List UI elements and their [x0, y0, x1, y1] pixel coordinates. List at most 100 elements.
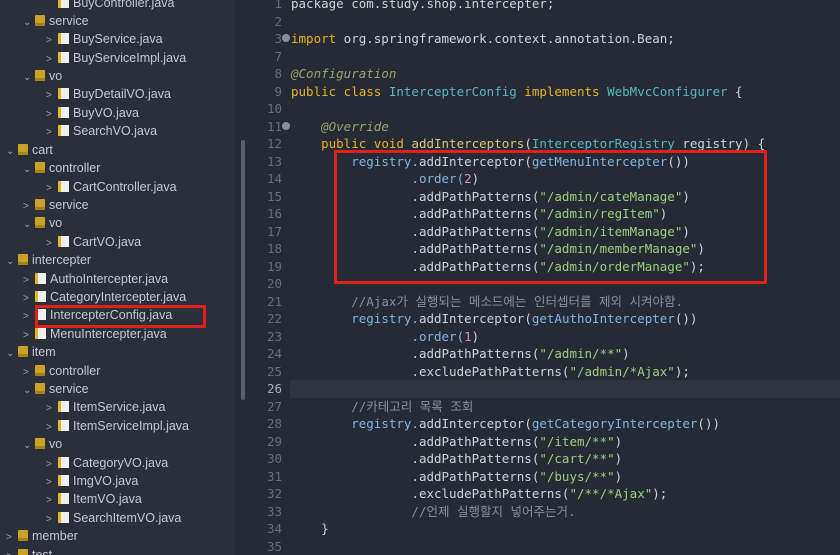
- chevron-down-icon[interactable]: ⌄: [6, 143, 18, 161]
- chevron-right-icon[interactable]: >: [46, 87, 58, 105]
- tree-item-label: service: [49, 198, 89, 212]
- tree-item-label: SearchVO.java: [73, 124, 158, 138]
- package-icon: [18, 144, 28, 155]
- tree-file-item[interactable]: > AuthoIntercepter.java: [23, 270, 168, 288]
- tree-item-label: cart: [32, 143, 53, 157]
- chevron-down-icon[interactable]: ⌄: [23, 161, 35, 179]
- explorer-scrollbar[interactable]: [241, 140, 245, 400]
- tree-file-item[interactable]: > ImgVO.java: [46, 472, 138, 490]
- chevron-down-icon[interactable]: ⌄: [6, 253, 18, 271]
- package-icon: [35, 365, 45, 376]
- tree-package-item[interactable]: ⌄ vo: [23, 435, 62, 453]
- code-line[interactable]: package com.study.shop.intercepter;: [291, 0, 554, 13]
- code-token: "/**/*Ajax": [569, 486, 653, 501]
- tree-package-item[interactable]: ⌄ service: [23, 12, 89, 30]
- code-line[interactable]: .excludePathPatterns("/**/*Ajax");: [291, 485, 667, 503]
- chevron-right-icon[interactable]: >: [46, 492, 58, 510]
- punctuation: ): [614, 451, 623, 466]
- code-token: registry.: [351, 416, 419, 431]
- line-number: 2: [274, 13, 282, 29]
- tree-item-label: BuyServiceImpl.java: [73, 51, 187, 65]
- line-number: 20: [266, 276, 282, 291]
- panel-splitter[interactable]: [234, 0, 256, 555]
- tree-package-item[interactable]: > test: [6, 546, 52, 555]
- code-line[interactable]: registry.addInterceptor(getAuthoIntercep…: [291, 310, 697, 328]
- tree-file-item[interactable]: > CategoryVO.java: [46, 454, 168, 472]
- tree-file-item[interactable]: > BuyDetailVO.java: [46, 85, 171, 103]
- code-line[interactable]: .addPathPatterns("/cart/**"): [291, 450, 622, 468]
- fold-icon[interactable]: [282, 34, 290, 42]
- line-number: 9: [274, 83, 282, 99]
- code-line[interactable]: import org.springframework.context.annot…: [291, 30, 675, 48]
- chevron-right-icon[interactable]: >: [6, 548, 18, 555]
- code-line[interactable]: //카테고리 목록 조회: [291, 398, 473, 416]
- java-file-icon: [58, 181, 69, 192]
- tree-file-item[interactable]: > CartController.java: [46, 178, 177, 196]
- code-line[interactable]: .addPathPatterns("/admin/**"): [291, 345, 629, 363]
- tree-package-item[interactable]: ⌄ cart: [6, 141, 53, 159]
- highlight-box: [334, 150, 767, 284]
- chevron-down-icon[interactable]: ⌄: [23, 382, 35, 400]
- code-line[interactable]: registry.addInterceptor(getCategoryInter…: [291, 415, 720, 433]
- code-line[interactable]: .order(1): [291, 328, 479, 346]
- java-file-icon: [35, 291, 46, 302]
- fold-icon[interactable]: [282, 122, 290, 130]
- line-number: 19: [266, 258, 282, 274]
- chevron-down-icon[interactable]: ⌄: [23, 437, 35, 455]
- tree-file-item[interactable]: > ItemService.java: [46, 398, 165, 416]
- tree-file-item[interactable]: > CartVO.java: [46, 233, 141, 251]
- tree-package-item[interactable]: ⌄ intercepter: [6, 251, 91, 269]
- tree-package-item[interactable]: > controller: [23, 362, 100, 380]
- tree-item-label: vo: [49, 437, 63, 451]
- package-icon: [18, 549, 28, 555]
- tree-file-item[interactable]: > SearchVO.java: [46, 122, 157, 140]
- tree-file-item[interactable]: > SearchItemVO.java: [46, 509, 181, 527]
- chevron-down-icon[interactable]: ⌄: [23, 69, 35, 87]
- java-file-icon: [58, 88, 69, 99]
- line-number: 26: [266, 381, 282, 396]
- code-line[interactable]: @Configuration: [291, 65, 396, 83]
- chevron-right-icon[interactable]: >: [46, 32, 58, 50]
- chevron-right-icon[interactable]: >: [46, 400, 58, 418]
- tree-file-item[interactable]: > BuyServiceImpl.java: [46, 49, 186, 67]
- tree-file-item[interactable]: > ItemVO.java: [46, 490, 142, 508]
- chevron-right-icon[interactable]: >: [23, 308, 35, 326]
- tree-file-item[interactable]: > CategoryIntercepter.java: [23, 288, 186, 306]
- chevron-down-icon[interactable]: ⌄: [6, 345, 18, 363]
- tree-file-item[interactable]: BuyController.java: [46, 0, 174, 12]
- code-token: @Configuration: [291, 66, 397, 81]
- code-line[interactable]: //언제 실행할지 넣어주는거.: [291, 503, 575, 521]
- line-number: 7: [274, 48, 282, 64]
- line-number: 28: [266, 416, 282, 431]
- package-icon: [35, 383, 45, 394]
- tree-package-item[interactable]: ⌄ controller: [23, 159, 100, 177]
- code-line[interactable]: //Ajax가 실행되는 메소드에는 인터셉터를 제외 시켜야함.: [291, 293, 683, 311]
- java-file-icon: [58, 33, 69, 44]
- code-line[interactable]: @Override: [291, 118, 389, 136]
- line-number: 14: [266, 171, 282, 186]
- tree-package-item[interactable]: > member: [6, 527, 78, 545]
- chevron-right-icon[interactable]: >: [6, 529, 18, 547]
- tree-file-item[interactable]: > BuyService.java: [46, 30, 163, 48]
- chevron-down-icon[interactable]: ⌄: [23, 216, 35, 234]
- tree-package-item[interactable]: ⌄ vo: [23, 214, 62, 232]
- tree-package-item[interactable]: > service: [23, 196, 89, 214]
- tree-package-item[interactable]: ⌄ vo: [23, 67, 62, 85]
- code-line[interactable]: public class IntercepterConfig implement…: [291, 83, 743, 101]
- line-number: 31: [266, 468, 282, 484]
- code-line[interactable]: }: [291, 520, 329, 538]
- code-line[interactable]: .excludePathPatterns("/admin/*Ajax");: [291, 363, 689, 381]
- tree-file-item[interactable]: > ItemServiceImpl.java: [46, 417, 189, 435]
- tree-item-label: controller: [49, 161, 101, 175]
- code-token: implements: [516, 83, 608, 99]
- tree-item-label: ItemServiceImpl.java: [73, 419, 190, 433]
- tree-file-item[interactable]: > BuyVO.java: [46, 104, 139, 122]
- tree-package-item[interactable]: ⌄ service: [23, 380, 89, 398]
- tree-package-item[interactable]: ⌄ item: [6, 343, 56, 361]
- tree-item-label: ImgVO.java: [73, 474, 139, 488]
- code-line[interactable]: .addPathPatterns("/item/**"): [291, 433, 622, 451]
- chevron-right-icon[interactable]: >: [46, 124, 58, 142]
- chevron-down-icon[interactable]: ⌄: [23, 14, 35, 32]
- code-line[interactable]: .addPathPatterns("/buys/**"): [291, 468, 622, 486]
